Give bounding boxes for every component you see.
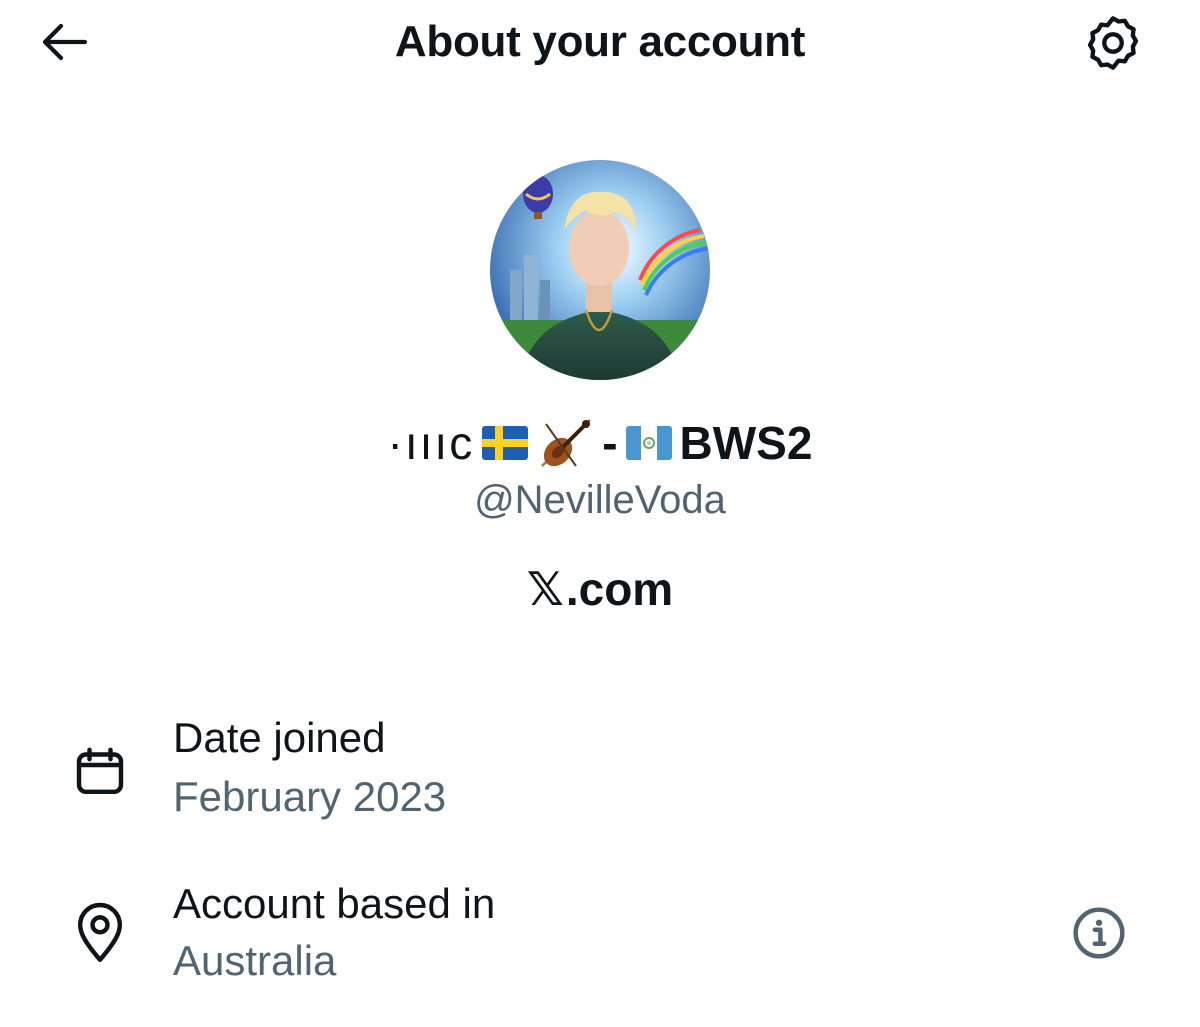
x-logo-icon: 𝕏 — [526, 563, 564, 615]
guatemala-flag-icon — [625, 426, 672, 460]
settings-button[interactable] — [1080, 12, 1146, 74]
sweden-flag-icon — [482, 426, 529, 460]
profile-photo — [490, 160, 710, 380]
display-name-prefix: ·ıııc — [387, 417, 475, 469]
calendar-icon-wrap — [70, 740, 130, 804]
violin-icon — [541, 419, 592, 467]
date-joined-label: Date joined — [173, 714, 386, 761]
account-based-in-value: Australia — [173, 937, 337, 984]
account-source: 𝕏 .com — [0, 560, 1200, 618]
date-joined-value: February 2023 — [173, 773, 447, 820]
info-button[interactable] — [1068, 902, 1130, 964]
location-icon-wrap — [70, 901, 130, 965]
info-icon — [1073, 907, 1125, 959]
calendar-icon — [76, 747, 124, 795]
date-joined-row: Date joined February 2023 — [0, 707, 1200, 837]
gear-icon — [1087, 16, 1139, 70]
page-title: About your account — [394, 17, 806, 66]
display-name-suffix: BWS2 — [679, 417, 813, 469]
source-domain: .com — [565, 563, 674, 615]
username-handle: @NevilleVoda — [474, 478, 726, 522]
top-bar: About your account — [0, 0, 1200, 90]
avatar[interactable] — [490, 160, 710, 380]
location-pin-icon — [77, 902, 123, 963]
account-based-in-row: Account based in Australia — [0, 873, 1200, 1003]
account-based-in-label: Account based in — [173, 880, 496, 927]
display-name: ·ıııc - BWS2 — [0, 413, 1200, 473]
display-name-separator: - — [602, 417, 618, 469]
